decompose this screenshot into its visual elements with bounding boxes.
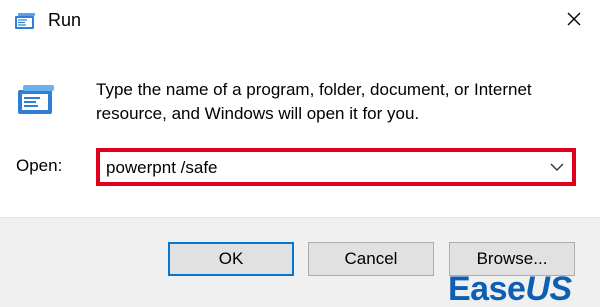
run-app-icon: [16, 80, 56, 120]
open-label: Open:: [16, 156, 63, 175]
command-input[interactable]: [106, 155, 536, 181]
close-icon: [566, 11, 582, 32]
title-bar: Run: [0, 0, 600, 44]
command-combobox[interactable]: [96, 148, 576, 186]
easeus-watermark: EaseUS: [448, 271, 572, 307]
watermark-brand-b: US: [525, 270, 572, 307]
cancel-button[interactable]: Cancel: [308, 242, 434, 276]
dialog-content: Type the name of a program, folder, docu…: [0, 44, 600, 217]
watermark-brand-a: Ease: [448, 270, 526, 307]
ok-button[interactable]: OK: [168, 242, 294, 276]
close-button[interactable]: [556, 4, 592, 38]
run-app-icon: [14, 10, 36, 32]
run-dialog: Run Type the name of a program, folder, …: [0, 0, 600, 307]
window-title: Run: [48, 10, 82, 30]
dialog-description: Type the name of a program, folder, docu…: [96, 80, 532, 123]
chevron-down-icon[interactable]: [546, 156, 568, 178]
